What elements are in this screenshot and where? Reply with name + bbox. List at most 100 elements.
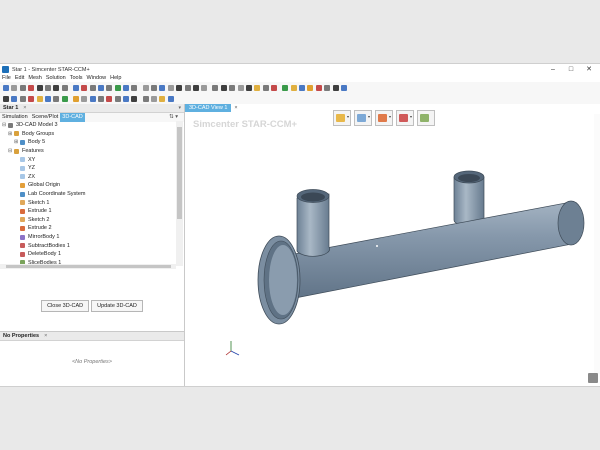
- toolbar-tool-icon[interactable]: [123, 95, 130, 102]
- viewport-scrollbar[interactable]: [594, 114, 600, 374]
- toolbar-tool-icon[interactable]: [201, 84, 208, 91]
- toolbar-tool-icon[interactable]: [282, 84, 289, 91]
- toolbar-tool-icon[interactable]: [220, 84, 227, 91]
- toolbar-tool-icon[interactable]: [114, 84, 121, 91]
- tree-item[interactable]: Extrude 1: [0, 207, 176, 216]
- toolbar-tool-icon[interactable]: [61, 95, 68, 102]
- pipe-model[interactable]: [185, 104, 600, 386]
- menu-mesh[interactable]: Mesh: [26, 75, 43, 82]
- toolbar-tool-icon[interactable]: [307, 84, 314, 91]
- tree-item[interactable]: ⊞ Body 5: [0, 138, 176, 147]
- expand-toggle-icon[interactable]: ⊞: [14, 139, 19, 145]
- toolbar-tool-icon[interactable]: [61, 84, 68, 91]
- toolbar-tool-icon[interactable]: [254, 84, 261, 91]
- close-icon[interactable]: ×: [23, 105, 26, 111]
- toolbar-tool-icon[interactable]: [11, 95, 18, 102]
- menu-help[interactable]: Help: [108, 75, 123, 82]
- menu-file[interactable]: File: [0, 75, 13, 82]
- toolbar-tool-icon[interactable]: [97, 95, 104, 102]
- toolbar-tool-icon[interactable]: [72, 84, 79, 91]
- toolbar-tool-icon[interactable]: [72, 95, 79, 102]
- toolbar-tool-icon[interactable]: [28, 84, 35, 91]
- toolbar-tool-icon[interactable]: [114, 95, 121, 102]
- toolbar-tool-icon[interactable]: [299, 84, 305, 91]
- tree-horizontal-scrollbar[interactable]: [0, 264, 176, 269]
- tree-item[interactable]: Global Origin: [0, 181, 176, 190]
- expand-toggle-icon[interactable]: ⊞: [8, 131, 13, 137]
- tree-item[interactable]: XY: [0, 155, 176, 164]
- minimize-button[interactable]: –: [544, 64, 562, 75]
- maximize-button[interactable]: □: [562, 64, 580, 75]
- close-window-button[interactable]: ✕: [580, 64, 598, 75]
- toolbar-tool-icon[interactable]: [131, 95, 138, 102]
- toolbar-tool-icon[interactable]: [11, 84, 18, 91]
- toolbar-tool-icon[interactable]: [184, 84, 191, 91]
- toolbar-tool-icon[interactable]: [53, 95, 60, 102]
- update-3d-cad-button[interactable]: Update 3D-CAD: [91, 300, 143, 312]
- toolbar-tool-icon[interactable]: [332, 84, 339, 91]
- toolbar-tool-icon[interactable]: [53, 84, 60, 91]
- toolbar-tool-icon[interactable]: [81, 84, 88, 91]
- close-icon[interactable]: ×: [44, 333, 47, 339]
- tree-item[interactable]: ⊞ Body Groups: [0, 130, 176, 139]
- toolbar-tool-icon[interactable]: [97, 84, 104, 91]
- toolbar-tool-icon[interactable]: [324, 84, 331, 91]
- toolbar-tool-icon[interactable]: [159, 95, 166, 102]
- toolbar-tool-icon[interactable]: [192, 84, 199, 91]
- toolbar-tool-icon[interactable]: [36, 95, 43, 102]
- toolbar-tool-icon[interactable]: [19, 95, 26, 102]
- scrollbar-thumb[interactable]: [6, 265, 171, 268]
- toolbar-tool-icon[interactable]: [167, 84, 174, 91]
- toolbar-tool-icon[interactable]: [237, 84, 244, 91]
- toolbar-tool-icon[interactable]: [106, 84, 113, 91]
- expand-toggle-icon[interactable]: ⊟: [2, 122, 7, 128]
- tree-item[interactable]: ⊟ Features: [0, 147, 176, 156]
- toolbar-tool-icon[interactable]: [315, 84, 322, 91]
- view-options-icon[interactable]: [588, 373, 598, 383]
- scrollbar-thumb[interactable]: [177, 127, 182, 219]
- toolbar-tool-icon[interactable]: [340, 84, 347, 91]
- tree-item[interactable]: DeleteBody 1: [0, 250, 176, 259]
- toolbar-tool-icon[interactable]: [19, 84, 26, 91]
- cad-viewport[interactable]: 3D-CAD View 1 × Simcenter STAR-CCM+ ▾ ▾ …: [185, 104, 600, 386]
- toolbar-tool-icon[interactable]: [151, 84, 157, 91]
- menu-edit[interactable]: Edit: [13, 75, 26, 82]
- toolbar-tool-icon[interactable]: [44, 84, 51, 91]
- toolbar-tool-icon[interactable]: [290, 84, 297, 91]
- toolbar-tool-icon[interactable]: [3, 84, 9, 91]
- toolbar-tool-icon[interactable]: [271, 84, 278, 91]
- toolbar-tool-icon[interactable]: [89, 95, 96, 102]
- menu-solution[interactable]: Solution: [44, 75, 68, 82]
- close-3d-cad-button[interactable]: Close 3D-CAD: [41, 300, 90, 312]
- tree-item[interactable]: ZX: [0, 173, 176, 182]
- menu-tools[interactable]: Tools: [68, 75, 85, 82]
- toolbar-tool-icon[interactable]: [212, 84, 219, 91]
- toolbar-tool-icon[interactable]: [159, 84, 166, 91]
- toolbar-tool-icon[interactable]: [81, 95, 88, 102]
- toolbar-tool-icon[interactable]: [142, 95, 149, 102]
- tree-item[interactable]: Sketch 2: [0, 216, 176, 225]
- tree-item[interactable]: Sketch 1: [0, 198, 176, 207]
- toolbar-tool-icon[interactable]: [3, 95, 9, 102]
- toolbar-tool-icon[interactable]: [89, 84, 96, 91]
- toolbar-tool-icon[interactable]: [167, 95, 174, 102]
- toolbar-tool-icon[interactable]: [131, 84, 138, 91]
- toolbar-tool-icon[interactable]: [44, 95, 51, 102]
- toolbar-tool-icon[interactable]: [106, 95, 113, 102]
- tree-item[interactable]: MirrorBody 1: [0, 233, 176, 242]
- toolbar-tool-icon[interactable]: [229, 84, 236, 91]
- tree-item[interactable]: Extrude 2: [0, 224, 176, 233]
- toolbar-tool-icon[interactable]: [36, 84, 43, 91]
- tree-item[interactable]: YZ: [0, 164, 176, 173]
- toolbar-tool-icon[interactable]: [142, 84, 149, 91]
- toolbar-tool-icon[interactable]: [262, 84, 269, 91]
- toolbar-tool-icon[interactable]: [123, 84, 130, 91]
- tree-vertical-scrollbar[interactable]: [176, 121, 183, 266]
- expand-toggle-icon[interactable]: ⊟: [8, 148, 13, 154]
- toolbar-tool-icon[interactable]: [245, 84, 252, 91]
- tree-item[interactable]: ⊟ 3D-CAD Model 3: [0, 121, 176, 130]
- toolbar-tool-icon[interactable]: [28, 95, 35, 102]
- toolbar-tool-icon[interactable]: [176, 84, 183, 91]
- toolbar-tool-icon[interactable]: [151, 95, 157, 102]
- menu-window[interactable]: Window: [85, 75, 109, 82]
